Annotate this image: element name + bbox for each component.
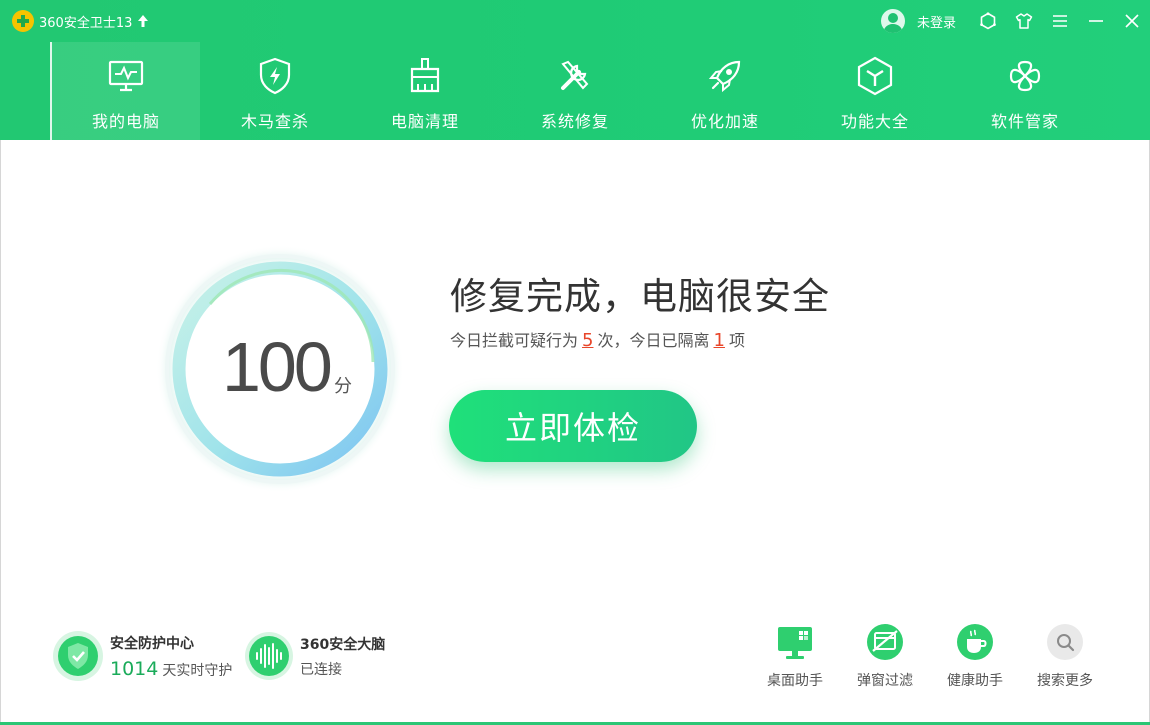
score-value: 100 bbox=[222, 328, 333, 406]
status-headline: 修复完成，电脑很安全 bbox=[450, 275, 830, 318]
quick-tools: 桌面助手 弹窗过滤 健康助手 搜索更多 bbox=[750, 622, 1110, 690]
tool-desktop-helper[interactable]: 桌面助手 bbox=[750, 622, 840, 690]
brand: 360安全卫士13 bbox=[12, 10, 149, 32]
tool-label: 弹窗过滤 bbox=[857, 673, 913, 689]
protection-text: 安全防护中心 1014 天实时守护 bbox=[110, 633, 232, 680]
menu-button[interactable] bbox=[1042, 6, 1078, 36]
brain-waveform-icon bbox=[245, 632, 293, 680]
nav-label: 系统修复 bbox=[540, 112, 609, 131]
skin-hex-button[interactable] bbox=[970, 6, 1006, 36]
broom-icon bbox=[405, 56, 445, 96]
subline-middle: 次，今日已隔离 bbox=[597, 331, 710, 350]
subline-suffix: 项 bbox=[728, 331, 745, 350]
tool-label: 搜索更多 bbox=[1037, 673, 1093, 689]
flower-icon bbox=[1005, 56, 1045, 96]
window-border-left bbox=[0, 140, 1, 725]
nav-tab-system-repair[interactable]: 系统修复 bbox=[500, 42, 650, 140]
protection-days: 1014 天实时守护 bbox=[110, 658, 232, 680]
title-bar: 360安全卫士13 未登录 bbox=[0, 0, 1150, 42]
rocket-icon bbox=[705, 56, 745, 96]
cube-icon bbox=[855, 56, 895, 96]
hexagon-settings-icon bbox=[980, 12, 996, 30]
title-bar-controls: 未登录 bbox=[880, 6, 1150, 36]
hamburger-menu-icon bbox=[1053, 15, 1067, 27]
nav-label: 软件管家 bbox=[990, 112, 1059, 131]
upgrade-arrow-icon[interactable] bbox=[138, 15, 149, 27]
tool-search-more[interactable]: 搜索更多 bbox=[1020, 622, 1110, 690]
app-title: 360安全卫士13 bbox=[39, 15, 133, 31]
nav-tab-features[interactable]: 功能大全 bbox=[800, 42, 950, 140]
nav-tab-cleanup[interactable]: 电脑清理 bbox=[350, 42, 500, 140]
shield-check-icon bbox=[53, 631, 103, 681]
protection-days-count: 1014 bbox=[110, 657, 159, 680]
login-link[interactable]: 未登录 bbox=[917, 12, 956, 31]
nav-label: 我的电脑 bbox=[91, 112, 160, 131]
app-logo-icon bbox=[12, 10, 34, 32]
status-subline: 今日拦截可疑行为 5 次，今日已隔离 1 项 bbox=[450, 327, 745, 351]
nav-tab-my-computer[interactable]: 我的电脑 bbox=[50, 42, 200, 140]
shield-bolt-icon bbox=[255, 56, 295, 96]
tshirt-icon bbox=[1015, 13, 1033, 29]
popup-filter-icon bbox=[867, 624, 903, 660]
score-unit: 分 bbox=[334, 376, 352, 397]
protection-days-label: 天实时守护 bbox=[162, 662, 233, 679]
close-button[interactable] bbox=[1114, 6, 1150, 36]
tool-label: 桌面助手 bbox=[767, 673, 823, 689]
nav-label: 木马查杀 bbox=[240, 112, 309, 131]
user-icon bbox=[882, 13, 903, 33]
protection-center[interactable]: 安全防护中心 1014 天实时守护 bbox=[52, 628, 232, 684]
header: 360安全卫士13 未登录 我的电脑 木马查杀 电脑清理 系统修复 优化加速 功… bbox=[0, 0, 1150, 140]
avatar[interactable] bbox=[880, 9, 905, 33]
nav-tab-software-manager[interactable]: 软件管家 bbox=[950, 42, 1100, 140]
nav-tab-speedup[interactable]: 优化加速 bbox=[650, 42, 800, 140]
close-icon bbox=[1125, 14, 1139, 28]
tool-popup-filter[interactable]: 弹窗过滤 bbox=[840, 622, 930, 690]
tool-health-helper[interactable]: 健康助手 bbox=[930, 622, 1020, 690]
blocked-count[interactable]: 5 bbox=[582, 330, 593, 351]
desktop-helper-icon bbox=[778, 627, 812, 659]
security-brain[interactable]: 360安全大脑 已连接 bbox=[244, 628, 385, 684]
skin-button[interactable] bbox=[1006, 6, 1042, 36]
minimize-icon bbox=[1089, 20, 1103, 22]
nav-label: 优化加速 bbox=[690, 112, 759, 131]
subline-prefix: 今日拦截可疑行为 bbox=[450, 331, 579, 350]
nav-label: 功能大全 bbox=[840, 112, 909, 131]
quarantined-count[interactable]: 1 bbox=[713, 330, 724, 351]
monitor-icon bbox=[106, 56, 146, 96]
health-cup-icon bbox=[957, 624, 993, 660]
protection-title: 安全防护中心 bbox=[110, 635, 194, 652]
search-icon bbox=[1047, 624, 1083, 660]
checkup-button[interactable]: 立即体检 bbox=[449, 390, 697, 462]
minimize-button[interactable] bbox=[1078, 6, 1114, 36]
tools-icon bbox=[555, 56, 595, 96]
nav-label: 电脑清理 bbox=[390, 112, 459, 131]
main-nav: 我的电脑 木马查杀 电脑清理 系统修复 优化加速 功能大全 软件管家 bbox=[50, 42, 1100, 140]
tool-label: 健康助手 bbox=[947, 673, 1003, 689]
brain-status: 已连接 bbox=[300, 661, 342, 678]
brain-title: 360安全大脑 bbox=[300, 636, 386, 653]
nav-tab-trojan-scan[interactable]: 木马查杀 bbox=[200, 42, 350, 140]
brain-text: 360安全大脑 已连接 bbox=[300, 634, 385, 679]
